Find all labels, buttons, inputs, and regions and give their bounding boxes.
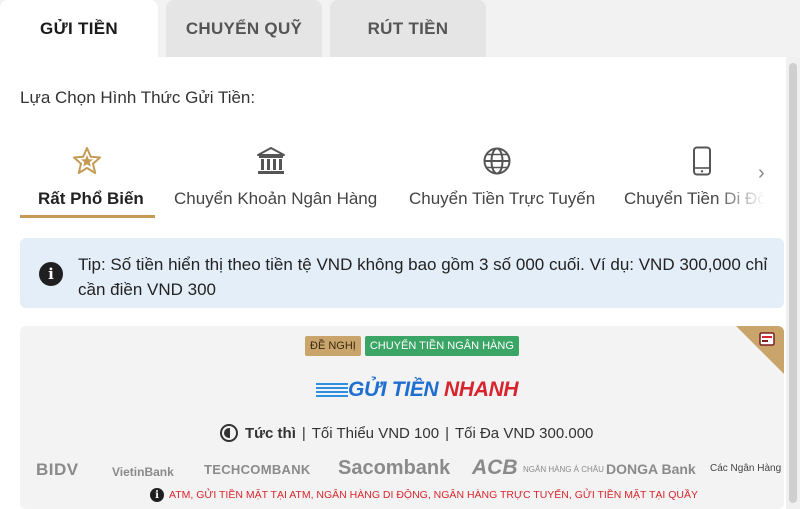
clock-icon <box>220 424 238 442</box>
donga-bank-logo: DONGA Bank <box>606 461 696 477</box>
tab-deposit[interactable]: GỬI TIỀN <box>0 0 158 57</box>
fast-deposit-logo: GỬI TIỀN NHANH <box>316 378 519 402</box>
deposit-method-prompt: Lựa Chọn Hình Thức Gửi Tiền: <box>20 88 256 107</box>
info-icon: i <box>150 488 164 502</box>
min-amount: Tối Thiểu VND 100 <box>311 424 440 442</box>
other-banks-label: Các Ngân Hàng <box>710 463 782 474</box>
separator: | <box>301 424 306 442</box>
info-icon: i <box>39 262 63 286</box>
logo-text: GỬI TIỀN NHANH <box>348 378 519 402</box>
speed-lines-icon <box>316 383 348 397</box>
fast-deposit-card[interactable]: ĐỀ NGHỊ CHUYỂN TIỀN NGÂN HÀNG GỬI TIỀN N… <box>20 326 784 509</box>
logo-text-part2: NHANH <box>443 378 519 401</box>
globe-icon <box>483 147 511 175</box>
max-amount: Tối Đa VND 300.000 <box>454 424 594 442</box>
tab-transfer[interactable]: CHUYỂN QUỸ <box>166 0 322 57</box>
method-online-transfer[interactable]: Chuyển Tiền Trực Tuyến <box>405 138 595 218</box>
techcombank-logo: TECHCOMBANK <box>204 462 311 477</box>
method-label: Chuyển Khoản Ngân Hàng <box>174 189 378 208</box>
tip-text: Tip: Số tiền hiển thị theo tiền tệ VND k… <box>78 255 768 299</box>
tab-bar: GỬI TIỀN CHUYỂN QUỸ RÚT TIỀN <box>0 0 800 57</box>
phone-icon <box>693 146 711 176</box>
deposit-channels-note: i ATM, GỬI TIỀN MẶT TẠI ATM, NGÂN HÀNG D… <box>150 488 698 502</box>
speed-label: Tức thì <box>245 424 296 442</box>
method-bank-transfer[interactable]: Chuyển Khoản Ngân Hàng <box>170 138 378 218</box>
card-badges: ĐỀ NGHỊ CHUYỂN TIỀN NGÂN HÀNG <box>305 336 519 356</box>
tab-withdraw[interactable]: RÚT TIỀN <box>330 0 486 57</box>
scroll-thumb[interactable] <box>789 63 797 503</box>
acb-logo: ACB <box>472 456 518 479</box>
separator: | <box>445 424 449 442</box>
deposit-method-carousel: Rất Phổ Biến Chuyển Khoản Ngân Hàng Chuy… <box>0 138 786 222</box>
vietinbank-logo: VietinBank <box>112 465 174 479</box>
acb-subtitle: NGÂN HÀNG Á CHÂU <box>523 465 604 474</box>
scrollbar[interactable] <box>786 57 800 509</box>
method-most-popular[interactable]: Rất Phổ Biến <box>20 138 155 218</box>
bank-logos: BIDV VietinBank TECHCOMBANK Sacombank AC… <box>36 456 784 484</box>
method-label: Chuyển Tiền Trực Tuyến <box>409 189 596 208</box>
chevron-right-icon[interactable]: › <box>758 162 765 185</box>
deposit-channels-text: ATM, GỬI TIỀN MẶT TẠI ATM, NGÂN HÀNG DI … <box>169 489 699 501</box>
bidv-logo: BIDV <box>36 460 79 479</box>
recommended-badge: ĐỀ NGHỊ <box>305 336 361 356</box>
carousel-fade <box>715 138 786 218</box>
deposit-limits: Tức thì | Tối Thiểu VND 100 | Tối Đa VND… <box>220 424 599 442</box>
method-label: Rất Phổ Biến <box>38 189 144 208</box>
tip-box: i Tip: Số tiền hiển thị theo tiền tệ VND… <box>20 238 784 308</box>
bank-transfer-badge: CHUYỂN TIỀN NGÂN HÀNG <box>364 336 519 356</box>
sacombank-logo: Sacombank <box>338 457 451 479</box>
star-icon <box>73 147 101 174</box>
bank-icon <box>257 147 285 174</box>
active-method-underline <box>20 215 155 218</box>
corner-ribbon-icon <box>736 326 784 374</box>
logo-text-part1: GỬI TIỀN <box>348 378 439 401</box>
